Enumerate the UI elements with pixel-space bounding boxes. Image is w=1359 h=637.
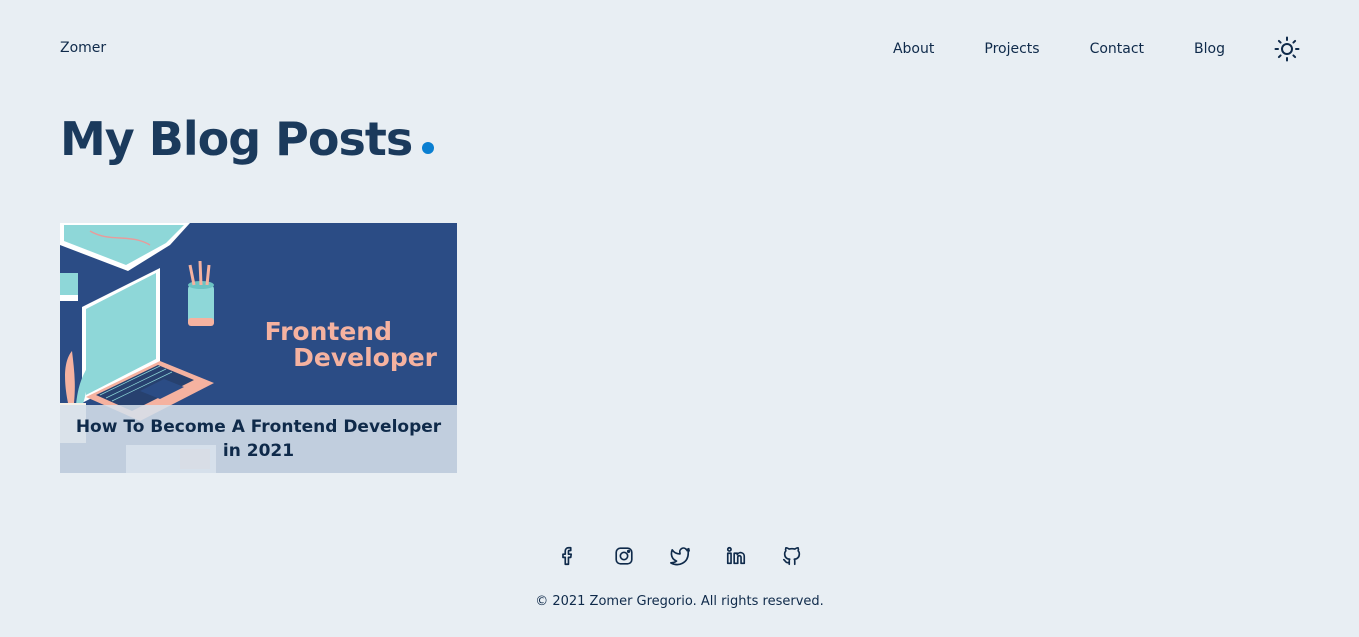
facebook-link[interactable] <box>554 542 582 570</box>
instagram-link[interactable] <box>610 542 638 570</box>
linkedin-link[interactable] <box>722 542 750 570</box>
nav-contact[interactable]: Contact <box>1090 41 1144 57</box>
sun-icon <box>1274 36 1300 62</box>
twitter-link[interactable] <box>666 542 694 570</box>
instagram-icon <box>614 547 633 565</box>
page-title: My Blog Posts <box>60 112 435 166</box>
linkedin-icon <box>726 546 745 565</box>
brand-logo[interactable]: Zomer <box>60 40 106 56</box>
footer-copyright: © 2021 Zomer Gregorio. All rights reserv… <box>535 594 824 609</box>
twitter-icon <box>669 547 690 566</box>
post-title[interactable]: How To Become A Frontend Developer in 20… <box>60 415 457 463</box>
title-accent-dot <box>422 142 435 154</box>
nav-about[interactable]: About <box>893 41 934 57</box>
github-link[interactable] <box>778 542 806 570</box>
theme-toggle-button[interactable] <box>1273 35 1301 63</box>
nav-projects[interactable]: Projects <box>984 41 1039 57</box>
main-nav: About Projects Contact Blog <box>893 35 1301 63</box>
facebook-icon <box>561 546 572 566</box>
cover-text-line1: Frontend <box>265 317 392 346</box>
github-icon <box>782 546 800 566</box>
nav-blog[interactable]: Blog <box>1194 41 1225 57</box>
cover-text-line2: Developer <box>293 343 438 372</box>
page-title-text: My Blog Posts <box>60 112 413 166</box>
blog-post-card[interactable]: Frontend Developer How To Become A Front… <box>60 223 457 473</box>
social-links <box>0 542 1359 570</box>
post-caption: How To Become A Frontend Developer in 20… <box>60 405 457 473</box>
